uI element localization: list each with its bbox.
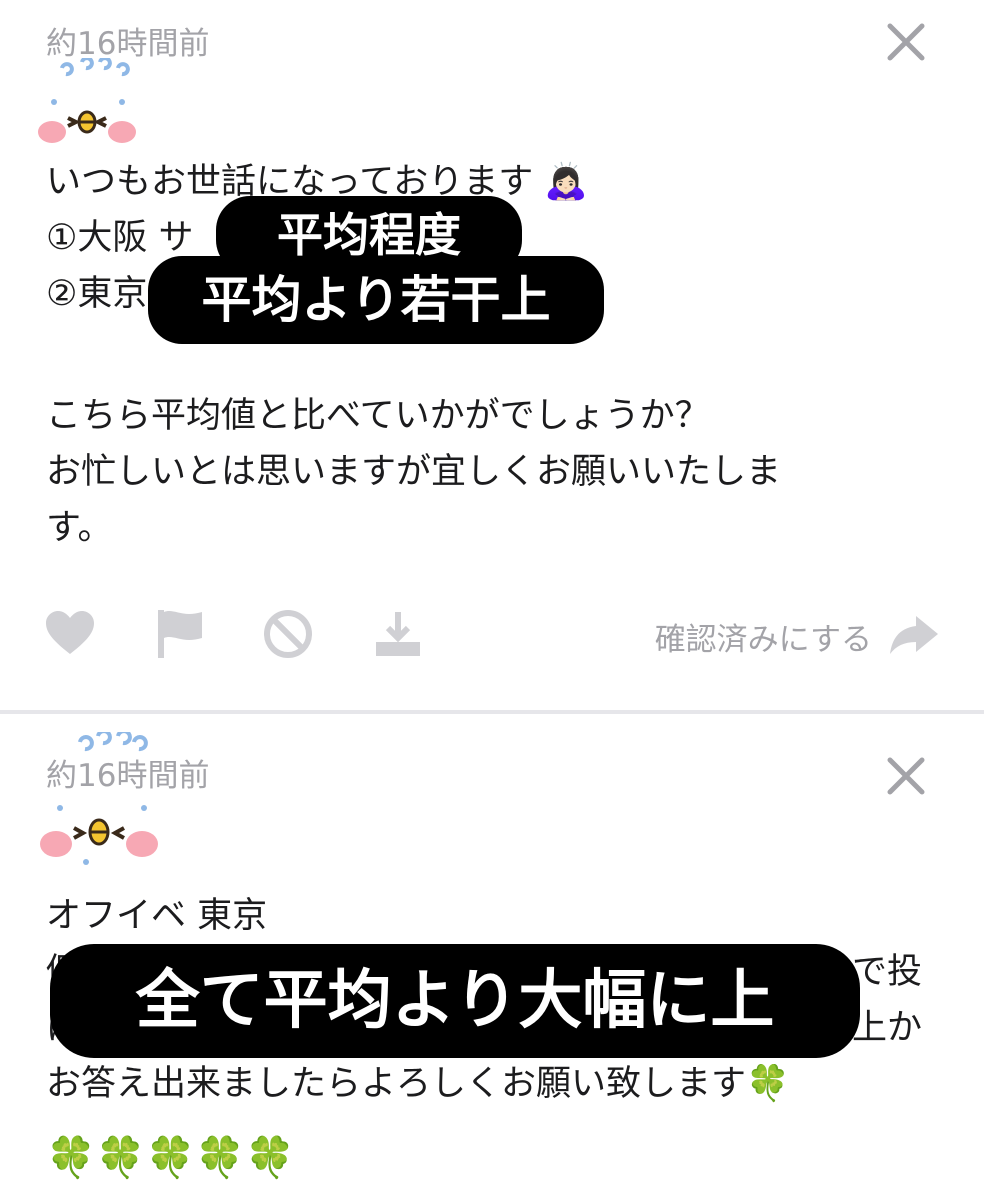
overlay-caption: 全て平均より大幅に上	[50, 944, 860, 1058]
post-line: オフイベ 東京	[46, 896, 268, 936]
mascot-emoji-icon	[38, 58, 136, 143]
forward-arrow-icon[interactable]	[888, 608, 940, 660]
post-line: お答え出来ましたらよろしくお願い致します🍀	[46, 1064, 790, 1104]
post-line: す。	[46, 508, 113, 548]
post-line: お忙しいとは思いますが宜しくお願いいたしま	[46, 452, 782, 492]
block-icon[interactable]	[262, 608, 314, 660]
post-actions: 確認済みにする	[44, 608, 940, 668]
download-icon[interactable]	[372, 608, 424, 660]
mascot-emoji-icon	[40, 732, 158, 865]
close-icon[interactable]	[884, 754, 928, 798]
post-line: こちら平均値と比べていかがでしょうか？	[46, 396, 710, 436]
heart-icon[interactable]	[44, 608, 96, 660]
post-line-fragment: 上か	[851, 1008, 922, 1048]
post-line-fragment: で投	[851, 952, 922, 992]
flag-icon[interactable]	[154, 608, 206, 660]
clover-emoji-row: 🍀🍀🍀🍀🍀	[46, 1135, 296, 1181]
close-icon[interactable]	[884, 20, 928, 64]
post-card: 約16時間前 いつもお世話になっております 🙇🏻‍♀️ ①大阪 サ ②東京 こち…	[0, 0, 984, 714]
overlay-caption: 平均より若干上	[148, 256, 604, 344]
post-timestamp: 約16時間前	[46, 26, 210, 62]
mark-as-read-button[interactable]: 確認済みにする	[655, 614, 872, 659]
